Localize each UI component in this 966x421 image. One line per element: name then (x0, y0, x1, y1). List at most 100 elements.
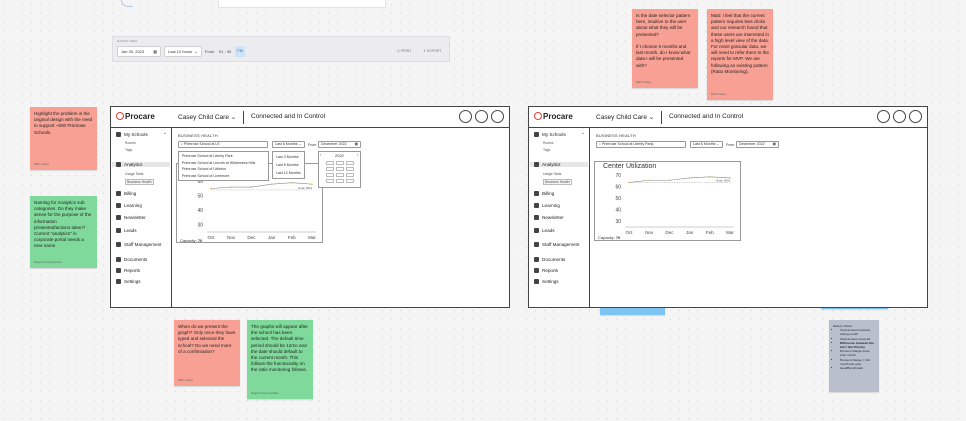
calendar-month-cell[interactable] (326, 179, 334, 183)
from-label: From (205, 49, 215, 54)
header-circle-button[interactable] (459, 110, 472, 123)
sidebar-item-analytics[interactable]: Analytics (112, 162, 170, 167)
documents-icon (116, 257, 121, 262)
date-input[interactable]: December 2022 ▦ (318, 141, 361, 148)
calendar-month-cell[interactable] (326, 167, 334, 171)
calendar-month-cell[interactable] (336, 173, 344, 177)
header-circle-button[interactable] (909, 110, 922, 123)
sidebar-sub-usage-stats[interactable]: Usage Stats (125, 172, 143, 176)
sidebar-item-billing[interactable]: Billing (116, 191, 136, 196)
calendar-month-cell[interactable] (336, 167, 344, 171)
app-header: Procare Casey Child Care ⌄ Connected and… (111, 107, 509, 128)
sidebar-item-settings[interactable]: Settings (534, 279, 559, 284)
next-year-icon[interactable]: › (357, 153, 358, 157)
sidebar-item-reports[interactable]: Reports (534, 268, 558, 273)
sidebar-item-staff[interactable]: Staff Management (116, 242, 161, 247)
range-select[interactable]: Last 6 Months ⌄ (272, 141, 305, 148)
sidebar-item-billing[interactable]: Billing (534, 191, 554, 196)
sidebar-item-analytics[interactable]: Analytics (530, 162, 588, 167)
sidebar-item-leads[interactable]: Leads (116, 228, 137, 233)
gear-icon (116, 279, 121, 284)
prev-year-icon[interactable]: ‹ (320, 153, 321, 157)
range-select[interactable]: Last 12 hours ⌄ (164, 46, 202, 57)
time-field[interactable]: 01 : 39 (219, 47, 231, 56)
sidebar-item-leads[interactable]: Leads (534, 228, 555, 233)
calendar-month-cell[interactable] (326, 161, 334, 165)
date-field[interactable]: Jan 30, 2023 ▦ (117, 46, 161, 57)
sidebar-sub-tags[interactable]: Tags (543, 148, 550, 152)
x-tick-label: Nov (645, 230, 654, 235)
school-switcher[interactable]: Casey Child Care ⌄ (178, 113, 236, 121)
sidebar-sub-rooms[interactable]: Rooms (125, 141, 136, 145)
newsletter-icon (116, 215, 121, 220)
note-author: Matt Casey (178, 377, 194, 382)
procare-logo[interactable]: Procare (534, 112, 573, 121)
nav-label: Analytics (542, 162, 561, 167)
sidebar-sub-usage-stats[interactable]: Usage Stats (543, 172, 561, 176)
analytics-icon (534, 162, 539, 167)
suggestion-item[interactable]: Primrose School of Livermore (182, 173, 265, 180)
sidebar-item-newsletter[interactable]: Newsletter (534, 215, 564, 220)
calendar-month-cell[interactable] (326, 173, 334, 177)
utilization-chart: 70 60 50 40 30 Oct Nov Dec Jan Feb Mar Goal: 90% (615, 173, 734, 235)
leads-icon (534, 228, 539, 233)
data-point (688, 177, 691, 179)
sidebar-item-newsletter[interactable]: Newsletter (116, 215, 146, 220)
time-hour[interactable]: 01 (219, 49, 223, 54)
sticky-note-present-graph: When do we present the graph? Only once … (174, 320, 240, 386)
time-minute[interactable]: 39 (227, 49, 231, 54)
print-button[interactable]: ⎙ PRINT (397, 47, 411, 56)
sidebar-sub-business-health[interactable]: Business Health (125, 179, 154, 185)
school-switcher[interactable]: Casey Child Care ⌄ (596, 113, 654, 121)
sidebar-item-staff[interactable]: Staff Management (534, 242, 579, 247)
ampm-toggle[interactable]: PM (235, 46, 245, 57)
sidebar-item-learning[interactable]: Learning (534, 203, 560, 208)
school-name: Casey Child Care (596, 114, 647, 121)
sidebar: My Schools ⌃ Rooms Tags Analytics Usage … (111, 128, 172, 307)
billing-icon (534, 191, 539, 196)
learning-icon (116, 203, 121, 208)
sidebar-item-reports[interactable]: Reports (116, 268, 140, 273)
range-option[interactable]: Last 12 Months (276, 169, 301, 177)
capacity-readout: Capacity: 70 (180, 238, 202, 243)
calendar-month-cell[interactable] (336, 161, 344, 165)
calendar-month-cell[interactable] (346, 173, 354, 177)
export-label: EXPORT (426, 49, 442, 53)
logo-text: Procare (543, 112, 573, 121)
range-value: Last 6 Months (693, 142, 716, 146)
calendar-month-cell[interactable] (346, 167, 354, 171)
range-option[interactable]: Last 6 Months (276, 161, 301, 169)
calendar-month-cell[interactable] (346, 179, 354, 183)
sidebar-sub-rooms[interactable]: Rooms (543, 141, 554, 145)
procare-logo[interactable]: Procare (116, 112, 155, 121)
sidebar-item-my-schools[interactable]: My Schools ⌃ (534, 132, 585, 138)
toolbar-label: DATES VIEW (117, 39, 138, 43)
header-circle-button[interactable] (893, 110, 906, 123)
calendar-month-cell[interactable] (336, 179, 344, 183)
school-search-input[interactable]: ⌕ Primrose School at Liberty Park| (596, 141, 686, 148)
range-select[interactable]: Last 6 Months ⌄ (690, 141, 723, 148)
x-tick-label: Dec (665, 230, 674, 235)
x-tick-label: Feb (706, 230, 714, 235)
sidebar-item-documents[interactable]: Documents (534, 257, 565, 262)
date-input[interactable]: December 2022 ▦ (736, 141, 779, 148)
calendar-icon: ▦ (772, 142, 776, 146)
header-circle-button[interactable] (491, 110, 504, 123)
export-button[interactable]: ⇪ EXPORT (423, 47, 441, 56)
from-label: From (726, 143, 735, 147)
school-icon (534, 132, 539, 137)
chevron-down-icon: ⌄ (230, 114, 237, 121)
sidebar-item-learning[interactable]: Learning (116, 203, 142, 208)
sidebar-sub-tags[interactable]: Tags (125, 148, 132, 152)
calendar-month-cell[interactable] (346, 161, 354, 165)
sidebar-item-documents[interactable]: Documents (116, 257, 147, 262)
sidebar-sub-business-health[interactable]: Business Health (543, 179, 572, 185)
sidebar-item-my-schools[interactable]: My Schools ⌃ (116, 132, 167, 138)
header-circle-button[interactable] (877, 110, 890, 123)
sticky-note-graph-default: The graphs will appear after the school … (247, 320, 313, 399)
reports-icon (534, 268, 539, 273)
header-circle-button[interactable] (475, 110, 488, 123)
school-search-input[interactable]: ⌕ Primrose School at LE (178, 141, 268, 148)
sidebar-item-settings[interactable]: Settings (116, 279, 141, 284)
range-option[interactable]: Last 3 Months (276, 153, 301, 161)
